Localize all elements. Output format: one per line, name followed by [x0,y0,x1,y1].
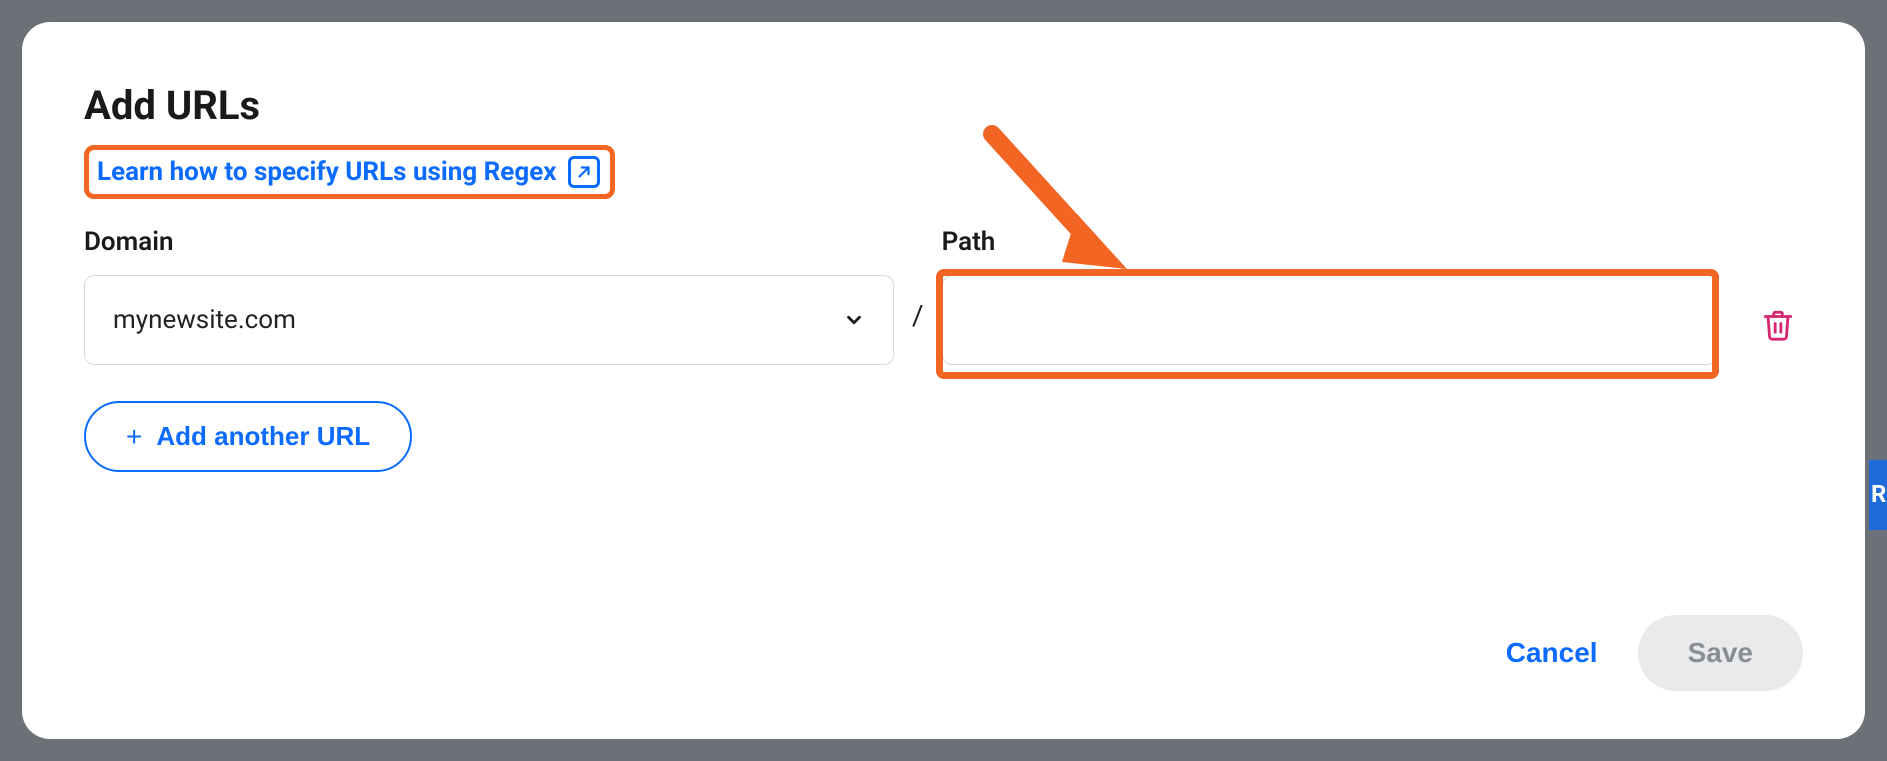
trash-icon [1761,307,1795,343]
path-separator: / [912,227,924,332]
add-urls-modal: Add URLs Learn how to specify URLs using… [22,22,1865,739]
path-input[interactable] [942,275,1717,365]
regex-link-highlight: Learn how to specify URLs using Regex [84,145,615,199]
save-button[interactable]: Save [1638,615,1803,691]
external-link-icon [568,156,600,188]
delete-row-button[interactable] [1753,299,1803,351]
background-tab-fragment: R [1869,460,1887,530]
background-tab-letter: R [1871,480,1886,508]
path-label: Path [942,227,1717,257]
plus-icon: + [126,423,142,451]
modal-footer: Cancel Save [1496,615,1803,691]
add-another-url-button[interactable]: + Add another URL [84,401,412,472]
cancel-button[interactable]: Cancel [1496,625,1608,681]
domain-column: Domain mynewsite.com [84,227,894,365]
modal-title: Add URLs [84,82,1803,129]
domain-label: Domain [84,227,894,257]
url-row: Domain mynewsite.com / Path [84,227,1803,365]
domain-select-value: mynewsite.com [113,305,296,335]
regex-help-link-label: Learn how to specify URLs using Regex [97,157,556,187]
row-actions [1735,227,1803,351]
path-input-wrap [942,275,1717,365]
chevron-down-icon [843,309,865,331]
path-column: Path [942,227,1717,365]
add-another-url-label: Add another URL [156,421,370,452]
regex-help-link[interactable]: Learn how to specify URLs using Regex [97,156,600,188]
domain-select[interactable]: mynewsite.com [84,275,894,365]
